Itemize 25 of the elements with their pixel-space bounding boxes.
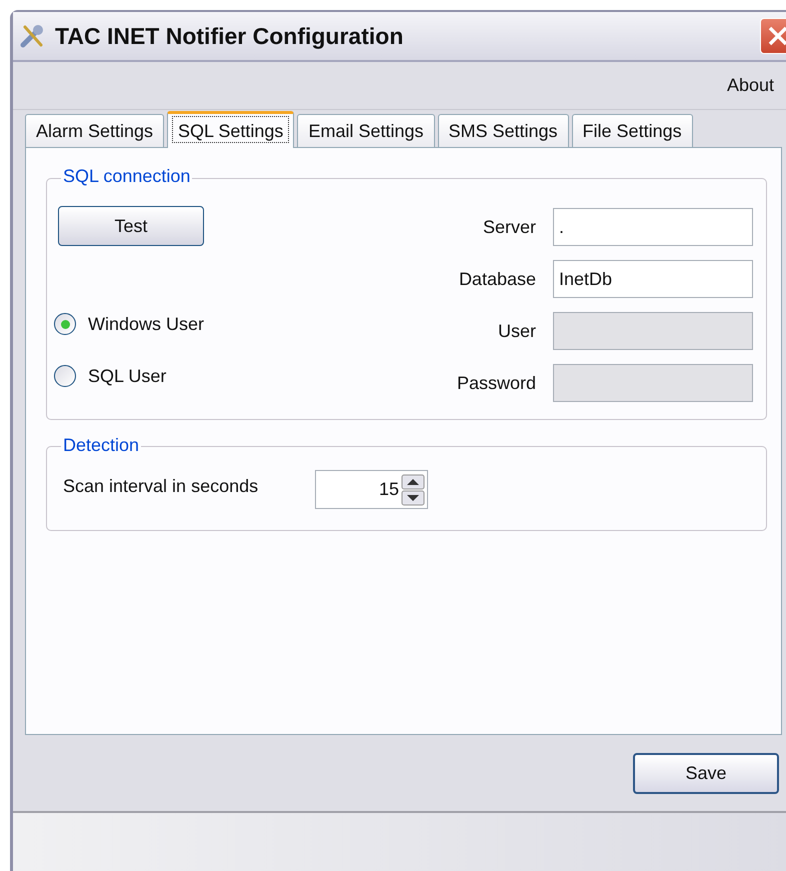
menu-item[interactable]: About [726, 72, 774, 99]
radio-button[interactable] [54, 313, 76, 335]
radio-label: Windows User [88, 312, 204, 336]
close-button[interactable] [760, 18, 786, 54]
tab[interactable]: SQL Settings [167, 111, 294, 148]
up-down-arrows-icon[interactable] [401, 474, 425, 506]
field-label: Server [482, 216, 536, 238]
field-label: Database [458, 268, 536, 290]
tab[interactable]: SMS Settings [438, 114, 569, 147]
radio-label: SQL User [88, 364, 166, 388]
input-field[interactable]: . [553, 208, 753, 246]
field-label: Password [456, 372, 536, 394]
scan-interval-label: Scan interval in seconds [63, 475, 258, 498]
spinner-value: 15 [378, 478, 399, 501]
radio-button[interactable] [54, 365, 76, 387]
input-field[interactable]: InetDb [553, 260, 753, 298]
tab[interactable]: File Settings [572, 114, 693, 147]
test-button[interactable]: Test [58, 206, 204, 246]
window-title: TAC INET Notifier Configuration [55, 22, 404, 51]
number-spinner[interactable]: 15 [315, 470, 428, 509]
field-label: User [496, 320, 536, 342]
save-button[interactable]: Save [633, 752, 779, 794]
tab[interactable]: Alarm Settings [25, 114, 164, 147]
tab[interactable]: Email Settings [297, 114, 434, 147]
close-icon [767, 25, 786, 47]
